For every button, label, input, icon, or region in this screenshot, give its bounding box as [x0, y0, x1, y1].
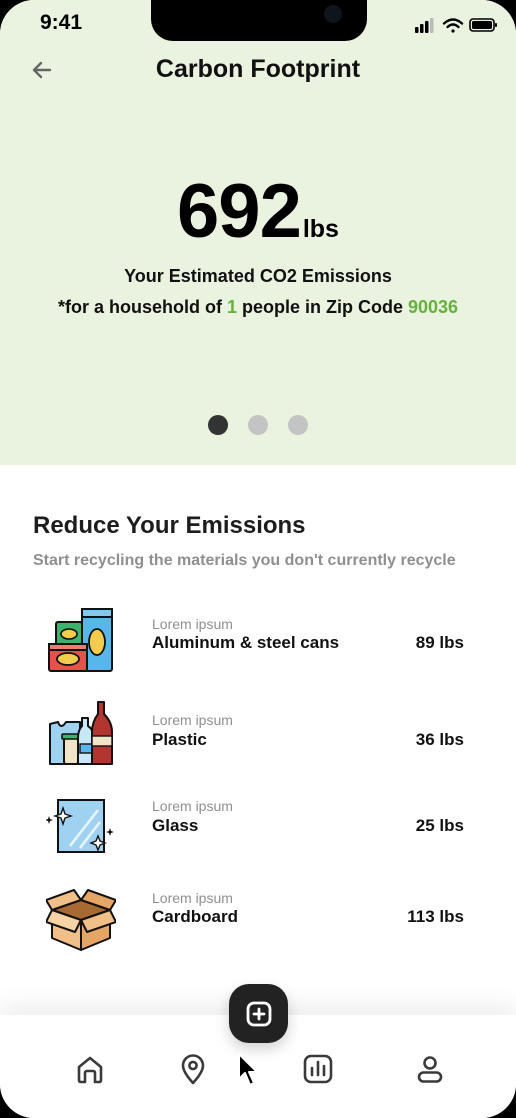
page-title: Carbon Footprint — [155, 55, 361, 83]
tab-stats[interactable] — [298, 1049, 338, 1089]
list-item-plastic[interactable]: Lorem ipsum Plastic 36 lbs — [0, 700, 516, 780]
front-camera-icon — [324, 5, 342, 23]
item-name: Aluminum & steel cans — [152, 633, 340, 652]
list-item-cans[interactable]: Lorem ipsum Aluminum & steel cans 89 lbs — [0, 606, 516, 686]
item-kicker: Lorem ipsum — [152, 890, 233, 906]
list-item-glass[interactable]: Lorem ipsum Glass 25 lbs — [0, 790, 516, 870]
status-icons — [415, 18, 497, 33]
pager-dot-3[interactable] — [288, 415, 308, 435]
chart-icon — [303, 1054, 333, 1084]
list-item-cardboard[interactable]: Lorem ipsum Cardboard 113 lbs — [0, 882, 516, 962]
item-name: Plastic — [152, 730, 207, 749]
item-name: Glass — [152, 816, 199, 835]
household-prefix: *for a household of — [57, 297, 227, 317]
section-subtitle: Start recycling the materials you don't … — [33, 552, 456, 569]
cans-icon — [48, 608, 113, 672]
pager-dot-1[interactable] — [208, 415, 228, 435]
item-value: 89 lbs — [415, 633, 464, 652]
pager-dot-2[interactable] — [248, 415, 268, 435]
glass-icon — [46, 799, 114, 853]
emissions-unit: lbs — [302, 215, 339, 243]
emissions-total: 692lbs — [0, 168, 516, 255]
cardboard-box-icon — [46, 889, 116, 951]
emissions-label: Your Estimated CO2 Emissions — [124, 266, 392, 286]
section-title: Reduce Your Emissions — [33, 512, 306, 539]
add-button[interactable] — [229, 984, 288, 1043]
item-kicker: Lorem ipsum — [152, 798, 233, 814]
status-time: 9:41 — [40, 11, 83, 34]
plus-icon — [246, 1001, 271, 1026]
tab-home[interactable] — [70, 1049, 110, 1089]
home-icon — [77, 1056, 103, 1084]
emissions-value: 692 — [177, 169, 302, 254]
wifi-icon — [442, 18, 464, 33]
profile-icon — [417, 1056, 443, 1083]
zip-code: 90036 — [407, 297, 459, 317]
phone-screen: 9:41 Carbon Footprint 692lbs Your Estima… — [0, 0, 516, 1118]
plastic-icon — [49, 701, 113, 765]
item-kicker: Lorem ipsum — [152, 616, 233, 632]
summary-hero: 9:41 Carbon Footprint 692lbs Your Estima… — [0, 0, 516, 465]
item-kicker: Lorem ipsum — [152, 712, 233, 728]
map-pin-icon — [181, 1054, 205, 1085]
household-size: 1 — [226, 297, 237, 317]
battery-icon — [469, 18, 497, 32]
item-name: Cardboard — [152, 907, 238, 926]
signal-icon — [415, 18, 434, 33]
household-info: *for a household of 1 people in Zip Code… — [0, 297, 516, 318]
tab-locations[interactable] — [173, 1049, 213, 1089]
tab-profile[interactable] — [410, 1049, 450, 1089]
camera-notch — [151, 0, 367, 41]
household-middle: people in Zip Code — [236, 297, 408, 317]
mouse-cursor-icon — [238, 1053, 258, 1086]
item-value: 25 lbs — [415, 816, 464, 835]
item-value: 113 lbs — [407, 907, 464, 926]
pager-dots — [208, 415, 328, 435]
item-value: 36 lbs — [415, 730, 464, 749]
